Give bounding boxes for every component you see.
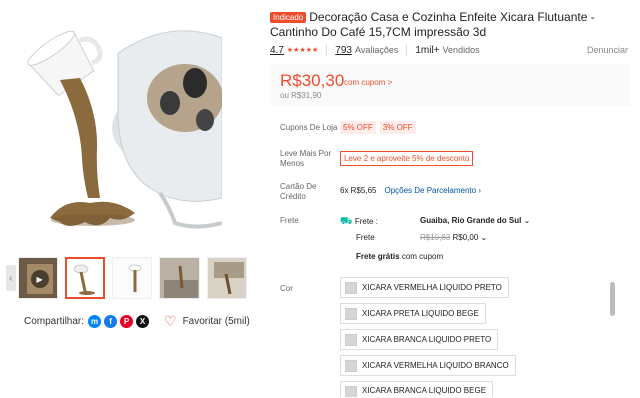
chevron-left-icon[interactable]: ‹ (6, 265, 16, 291)
favorite-label: Favoritar (5mil) (182, 315, 250, 327)
thumbnail-strip: ‹ ▶ (6, 255, 254, 301)
bundle-label: Leve Mais Por Menos (280, 149, 332, 168)
facebook-icon[interactable]: f (104, 315, 118, 328)
sold-count: 1mil+ (415, 44, 440, 56)
shipping-destination[interactable]: Guaiba, Rio Grande do Sul ⌄ (420, 216, 530, 225)
product-title: Indicado Decoração Casa e Cozinha Enfeite… (270, 10, 622, 40)
price-without-coupon: ou R$31,90 (280, 91, 322, 100)
star-rating-icon: ★★★★★ (286, 47, 319, 54)
shipping-fee-new: R$0,00 (452, 233, 479, 242)
sold-label: Vendidos (442, 45, 480, 55)
coupon-chip[interactable]: 3% OFF (379, 121, 416, 134)
messenger-icon[interactable]: m (88, 315, 102, 328)
coupon-link[interactable]: com cupom > (344, 78, 392, 87)
chevron-down-icon: ⌄ (480, 233, 488, 242)
bundle-value: Leve 2 e aproveite 5% de desconto (340, 151, 474, 166)
color-option[interactable]: XICARA VERMELHA LIQUIDO BRANCO (340, 355, 516, 376)
shipping-label: Frete (280, 216, 299, 225)
pinterest-icon[interactable]: P (120, 315, 134, 328)
destination-label: Guaiba, Rio Grande do Sul (420, 216, 522, 225)
option-label: XICARA VERMELHA LIQUIDO BRANCO (362, 361, 509, 370)
report-link[interactable]: Denunciar (587, 45, 628, 55)
main-product-image[interactable] (10, 8, 222, 246)
rating-value[interactable]: 4.7 (270, 45, 284, 56)
shipping-fee[interactable]: R$10,83 R$0,00 ⌄ (420, 233, 487, 242)
option-thumbnail (345, 333, 357, 346)
shipping-to: ⛟ Frete : (340, 216, 378, 229)
current-price: R$30,30 (280, 71, 345, 90)
x-icon[interactable]: X (136, 315, 150, 328)
favorite-button[interactable]: ♡ Favoritar (5mil) (164, 313, 250, 329)
coupon-chip[interactable]: 5% OFF (340, 121, 376, 134)
option-label: XICARA BRANCA LIQUIDO BEGE (362, 386, 487, 395)
truck-icon: ⛟ (340, 216, 353, 227)
free-shipping-bold: Frete grátis (356, 252, 400, 261)
option-label: XICARA PRETA LIQUIDO BEGE (362, 309, 479, 318)
play-icon: ▶ (30, 270, 49, 288)
rating-row: 4.7 ★★★★★ 793 Avaliações 1mil+ Vendidos … (270, 44, 628, 56)
installment-options-label: Opções De Parcelamento (384, 186, 477, 195)
color-option[interactable]: XICARA PRETA LIQUIDO BEGE (340, 303, 486, 324)
installment-options-link[interactable]: Opções De Parcelamento › (384, 186, 481, 195)
installments-label: Cartão De Crédito (280, 182, 317, 201)
option-thumbnail (345, 386, 357, 397)
thumbnail-video[interactable]: ▶ (17, 257, 58, 299)
thumbnail-5[interactable] (206, 257, 247, 299)
thumbnail-selected[interactable] (64, 257, 106, 299)
product-title-text: Decoração Casa e Cozinha Enfeite Xicara … (270, 10, 595, 39)
store-coupons-label: Cupons De Loja (280, 123, 338, 132)
color-option[interactable]: XICARA BRANCA LIQUIDO PRETO (340, 329, 499, 350)
color-option[interactable]: XICARA BRANCA LIQUIDO BEGE (340, 381, 494, 397)
option-thumbnail (345, 281, 357, 294)
bundle-promo-tag[interactable]: Leve 2 e aproveite 5% de desconto (340, 151, 474, 166)
color-label: Cor (280, 284, 293, 293)
product-details: Indicado Decoração Casa e Cozinha Enfeite… (270, 0, 640, 398)
chevron-right-icon: › (478, 186, 481, 195)
free-shipping-note: Frete grátis com cupom (356, 252, 443, 261)
shipping-fee-old: R$10,83 (420, 233, 451, 242)
option-label: XICARA VERMELHA LIQUIDO PRETO (362, 283, 502, 292)
share-row: Compartilhar: m f P X (24, 315, 152, 328)
store-coupons-values: 5% OFF 3% OFF (340, 121, 420, 134)
installments-count: 6x R$5,65 (340, 186, 377, 195)
color-option[interactable]: XICARA VERMELHA LIQUIDO PRETO (340, 277, 509, 298)
shipping-to-label: Frete : (354, 217, 378, 226)
thumbnail-4[interactable] (159, 257, 200, 299)
shipping-fee-label: Frete (356, 233, 375, 242)
option-label: XICARA BRANCA LIQUIDO PRETO (362, 335, 492, 344)
heart-icon: ♡ (164, 313, 177, 329)
share-label: Compartilhar: (24, 316, 85, 327)
reviews-label: Avaliações (354, 45, 399, 55)
recommended-badge: Indicado (270, 12, 307, 23)
chevron-down-icon: ⌄ (523, 216, 531, 225)
divider (326, 44, 328, 56)
price-box: R$30,30 com cupom > ou R$31,90 (270, 64, 630, 106)
options-scrollbar[interactable] (610, 282, 615, 316)
option-thumbnail (345, 359, 357, 372)
reviews-count[interactable]: 793 (335, 45, 352, 56)
installments-value: 6x R$5,65 Opções De Parcelamento › (340, 186, 481, 195)
divider (406, 44, 408, 56)
thumbnail-3[interactable] (112, 257, 153, 299)
free-shipping-rest: com cupom (401, 252, 444, 261)
option-thumbnail (345, 307, 357, 320)
